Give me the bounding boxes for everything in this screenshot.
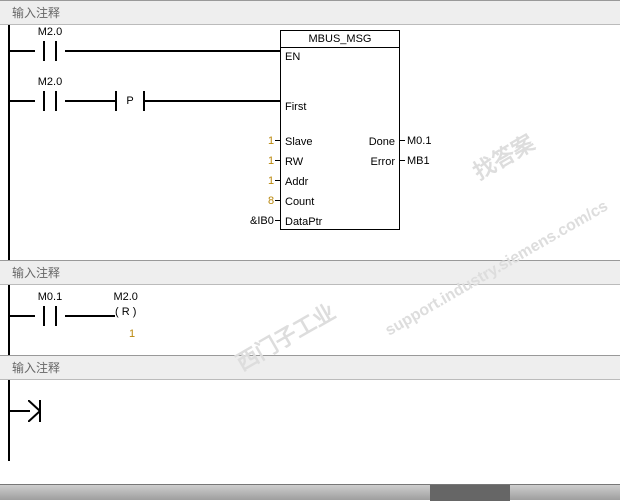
ladder-area-2: M0.1 M2.0 ( R ) 1 — [0, 285, 620, 356]
network-2: 输入注释 M0.1 M2.0 ( R ) 1 — [0, 260, 620, 355]
network-3: 输入注释 — [0, 355, 620, 460]
in-first: First — [285, 101, 306, 113]
rung-1a — [8, 50, 35, 52]
mbus-msg-box[interactable]: MBUS_MSG EN First Slave RW Addr Count Da… — [280, 30, 400, 230]
in-rw: RW — [285, 156, 303, 168]
in-addr: Addr — [285, 176, 308, 188]
in-count: Count — [285, 196, 314, 208]
network-title-3[interactable]: 输入注释 — [0, 356, 620, 380]
val-addr[interactable]: 1 — [268, 175, 274, 187]
terminator-icon — [28, 400, 42, 422]
in-slave: Slave — [285, 136, 313, 148]
coil-r[interactable]: M2.0 ( R ) 1 — [115, 306, 136, 318]
ladder-area-3 — [0, 380, 620, 461]
rung-2b — [65, 100, 115, 102]
val-dataptr[interactable]: &IB0 — [250, 215, 274, 227]
contact-m20-1[interactable]: M2.0 — [35, 41, 65, 61]
box-title: MBUS_MSG — [281, 31, 399, 48]
in-en: EN — [285, 51, 300, 63]
ladder-area-1: M2.0 M2.0 P MBUS_MSG EN First Slave RW A… — [0, 25, 620, 261]
val-done[interactable]: M0.1 — [407, 135, 431, 147]
status-scrollbar[interactable] — [0, 484, 620, 500]
network-title-1[interactable]: 输入注释 — [0, 1, 620, 25]
val-count[interactable]: 8 — [268, 195, 274, 207]
rung-n2b — [65, 315, 115, 317]
in-dataptr: DataPtr — [285, 216, 322, 228]
out-error: Error — [371, 156, 395, 168]
contact-m01[interactable]: M0.1 — [35, 306, 65, 326]
rung-n3 — [8, 410, 30, 412]
left-rail-3 — [8, 380, 10, 461]
contact-m20-2[interactable]: M2.0 — [35, 91, 65, 111]
rung-2a — [8, 100, 35, 102]
scroll-thumb[interactable] — [430, 485, 510, 501]
val-rw[interactable]: 1 — [268, 155, 274, 167]
network-1: 输入注释 M2.0 M2.0 P MBUS_MSG EN First Slave… — [0, 0, 620, 260]
network-title-2[interactable]: 输入注释 — [0, 261, 620, 285]
rung-n2a — [8, 315, 35, 317]
val-error[interactable]: MB1 — [407, 155, 430, 167]
left-rail-2 — [8, 285, 10, 356]
left-rail — [8, 25, 10, 261]
rung-1b — [65, 50, 280, 52]
val-slave[interactable]: 1 — [268, 135, 274, 147]
rung-2c — [145, 100, 280, 102]
out-done: Done — [369, 136, 395, 148]
pulse-p[interactable]: P — [115, 91, 145, 111]
